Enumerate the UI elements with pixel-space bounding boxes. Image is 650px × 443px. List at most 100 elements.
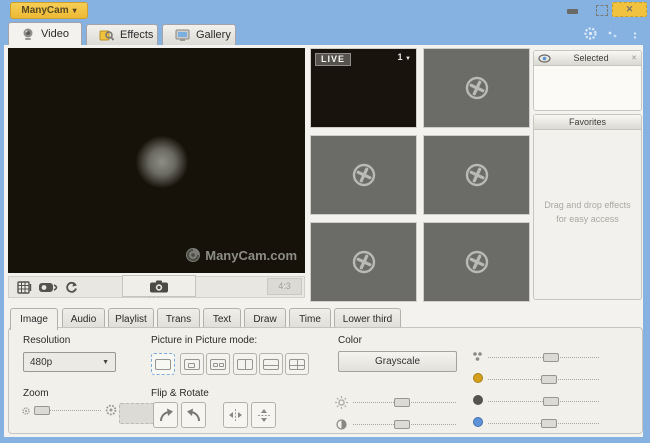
pip-mode-double-inset[interactable] xyxy=(206,353,230,375)
contrast-slider[interactable] xyxy=(353,420,456,429)
toolbar-grip[interactable]: ··· xyxy=(148,293,162,302)
rotate-right-button[interactable] xyxy=(153,402,178,428)
zoom-label: Zoom xyxy=(23,388,49,399)
saturation-icon xyxy=(472,351,483,362)
rotate-left-button[interactable] xyxy=(181,402,206,428)
pip-mode-split-vertical[interactable] xyxy=(233,353,257,375)
tab-time[interactable]: Time xyxy=(289,308,331,329)
aperture-icon xyxy=(464,162,490,188)
caret-down-icon: ▾ xyxy=(72,6,77,15)
more-icon[interactable] xyxy=(632,32,638,39)
tab-video[interactable]: Video xyxy=(8,22,82,45)
black-level-slider[interactable] xyxy=(488,397,599,406)
selected-panel: Selected ✕ xyxy=(533,50,642,111)
pip-split-horizontal-icon xyxy=(263,358,279,370)
blue-level-slider[interactable] xyxy=(488,419,599,428)
black-level-icon xyxy=(473,395,483,405)
tab-draw[interactable]: Draw xyxy=(244,308,286,329)
pip-mode-split-horizontal[interactable] xyxy=(259,353,283,375)
pip-mode-inset[interactable] xyxy=(180,353,204,375)
resolution-select[interactable]: 480p ▼ xyxy=(23,352,116,372)
hue-slider[interactable] xyxy=(488,375,599,384)
caret-down-icon: ▼ xyxy=(405,56,411,62)
aperture-icon xyxy=(464,249,490,275)
video-thumbnail[interactable] xyxy=(423,48,530,128)
selected-header[interactable]: Selected ✕ xyxy=(534,51,641,66)
zoom-reset-button[interactable] xyxy=(119,403,155,424)
favorites-title: Favorites xyxy=(568,117,606,127)
contrast-icon xyxy=(336,419,347,430)
maximize-button[interactable] xyxy=(596,5,608,16)
rotate-right-icon xyxy=(158,407,174,423)
video-thumbnail[interactable] xyxy=(423,135,530,215)
help-icon[interactable] xyxy=(608,31,618,39)
aspect-ratio-button[interactable]: 4:3 xyxy=(267,278,302,295)
video-thumbnail[interactable] xyxy=(310,222,417,302)
minimize-button[interactable] xyxy=(567,9,578,14)
brightness-slider[interactable] xyxy=(353,398,456,407)
video-thumbnail[interactable] xyxy=(423,222,530,302)
sources-grid-icon[interactable] xyxy=(17,280,32,294)
pip-quad-icon xyxy=(289,358,305,370)
zoom-in-icon[interactable] xyxy=(105,404,117,416)
tab-effects[interactable]: Effects xyxy=(86,24,158,45)
resolution-label: Resolution xyxy=(23,335,71,346)
favorites-panel: Favorites Drag and drop effects for easy… xyxy=(533,114,642,300)
tab-playlist[interactable]: Playlist xyxy=(108,308,154,329)
live-source-selector[interactable]: 1 ▼ xyxy=(398,52,411,62)
pip-mode-label: Picture in Picture mode: xyxy=(151,335,258,346)
video-thumbnail-live[interactable]: LIVE 1 ▼ xyxy=(310,48,417,128)
webcam-icon xyxy=(21,28,35,41)
blue-level-icon xyxy=(473,417,483,427)
pip-mode-single[interactable] xyxy=(151,353,175,375)
favorites-hint: Drag and drop effects for easy access xyxy=(534,198,641,227)
tab-text[interactable]: Text xyxy=(203,308,241,329)
zoom-slider[interactable] xyxy=(33,406,101,415)
selected-title: Selected xyxy=(573,53,609,63)
aperture-icon xyxy=(351,162,377,188)
pip-inset-icon xyxy=(184,358,200,370)
refresh-icon[interactable] xyxy=(65,281,78,294)
watermark: ManyCam.com xyxy=(185,247,297,263)
flip-rotate-label: Flip & Rotate xyxy=(151,388,209,399)
saturation-slider[interactable] xyxy=(488,353,599,362)
pip-mode-quad[interactable] xyxy=(285,353,309,375)
tab-gallery-label: Gallery xyxy=(196,29,231,41)
zoom-out-icon[interactable] xyxy=(21,406,31,416)
live-badge: LIVE xyxy=(315,53,352,66)
close-button[interactable]: ✕ xyxy=(612,2,647,17)
color-label: Color xyxy=(338,335,362,346)
gear-icon[interactable] xyxy=(583,26,598,41)
gallery-icon xyxy=(175,29,190,42)
app-menu-label: ManyCam xyxy=(21,5,69,16)
tab-effects-label: Effects xyxy=(120,29,154,41)
eye-icon[interactable] xyxy=(538,53,551,63)
flip-horizontal-button[interactable] xyxy=(223,402,248,428)
app-menu-button[interactable]: ManyCam ▾ xyxy=(10,2,88,19)
pip-single-icon xyxy=(155,358,171,370)
tab-audio[interactable]: Audio xyxy=(62,308,105,329)
video-preview[interactable]: ManyCam.com xyxy=(8,48,305,273)
tab-lower-third[interactable]: Lower third xyxy=(334,308,401,329)
aperture-icon xyxy=(464,75,490,101)
favorites-hint-line2: for easy access xyxy=(556,214,619,225)
live-source-number: 1 xyxy=(397,52,403,62)
manycam-logo-icon xyxy=(185,247,201,263)
caret-down-icon: ▼ xyxy=(102,358,109,366)
grayscale-button[interactable]: Grayscale xyxy=(338,351,457,372)
tab-gallery[interactable]: Gallery xyxy=(162,24,236,45)
tab-trans[interactable]: Trans xyxy=(157,308,200,329)
flip-vertical-icon xyxy=(257,407,271,424)
favorites-header[interactable]: Favorites xyxy=(534,115,641,130)
flip-vertical-button[interactable] xyxy=(251,402,276,428)
watermark-text: ManyCam.com xyxy=(205,247,297,263)
titlebar: ManyCam ▾ ✕ Video Effects Gallery xyxy=(0,0,650,45)
video-thumbnail[interactable] xyxy=(310,135,417,215)
tab-video-label: Video xyxy=(41,28,69,40)
camera-icon xyxy=(149,280,169,293)
aperture-icon xyxy=(351,249,377,275)
play-to-webcam-icon[interactable] xyxy=(38,282,60,293)
clear-selected-icon[interactable]: ✕ xyxy=(631,54,637,62)
tab-image[interactable]: Image xyxy=(10,308,58,330)
favorites-hint-line1: Drag and drop effects xyxy=(544,200,631,210)
